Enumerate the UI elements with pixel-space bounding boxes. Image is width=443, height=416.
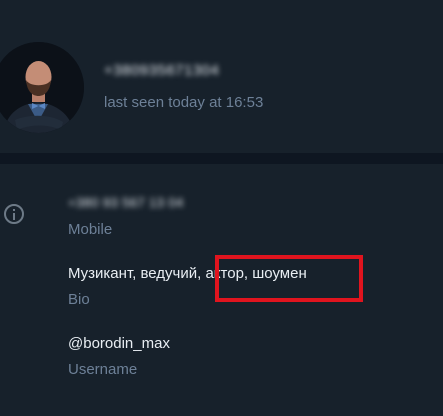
info-icon <box>4 204 24 224</box>
mobile-phone-label: Mobile <box>68 221 113 238</box>
highlight-box <box>215 255 363 302</box>
avatar[interactable] <box>0 42 84 133</box>
avatar-photo <box>0 42 84 133</box>
bio-label: Bio <box>68 291 90 308</box>
profile-header: +380935671304 last seen today at 16:53 <box>0 0 443 153</box>
section-divider <box>0 153 443 164</box>
last-seen-status: last seen today at 16:53 <box>104 94 264 111</box>
info-section: +380 93 567 13 04 Mobile Музикант, ведуч… <box>0 164 443 416</box>
mobile-phone-value[interactable]: +380 93 567 13 04 <box>68 195 184 210</box>
phone-number-blurred: +380935671304 <box>104 62 220 79</box>
username-label: Username <box>68 361 138 378</box>
username-value[interactable]: @borodin_max <box>68 335 170 352</box>
